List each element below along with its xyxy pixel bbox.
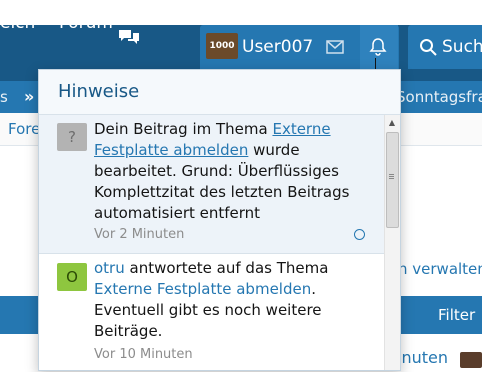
alert-text: Dein Beitrag im Thema Externe Festplatte… bbox=[94, 120, 350, 222]
alerts-popup: Hinweise ? Dein Beitrag im Thema Externe… bbox=[38, 69, 401, 371]
alert-item[interactable]: ? Dein Beitrag im Thema Externe Festplat… bbox=[39, 115, 384, 254]
popup-header: Hinweise bbox=[39, 70, 400, 115]
subnav-link[interactable]: s bbox=[0, 81, 8, 113]
scrollbar-thumb[interactable] bbox=[386, 132, 399, 228]
subnav-more-arrow[interactable]: » bbox=[24, 81, 34, 113]
subnav-link-sunday-question[interactable]: Sonntagsfrag bbox=[396, 81, 482, 113]
avatar: ? bbox=[57, 123, 87, 151]
chat-bubbles-icon bbox=[119, 30, 139, 44]
breadcrumb-link-forums[interactable]: Fore bbox=[8, 113, 40, 145]
thread-time-link[interactable]: inuten bbox=[397, 348, 448, 368]
mark-read-toggle[interactable] bbox=[354, 229, 365, 240]
nav-link-forum[interactable]: Forum bbox=[59, 0, 113, 56]
username[interactable]: User007 bbox=[242, 25, 313, 69]
alert-text: otru antwortete auf das Thema Externe Fe… bbox=[94, 259, 329, 340]
envelope-icon[interactable] bbox=[326, 40, 344, 54]
scroll-up-arrow[interactable]: ▲ bbox=[384, 116, 400, 130]
alert-user-link[interactable]: otru bbox=[94, 259, 125, 277]
nav-link-areas[interactable]: eich bbox=[0, 0, 35, 56]
avatar: O bbox=[57, 263, 87, 291]
search-label[interactable]: Such bbox=[442, 25, 482, 69]
filter-button[interactable]: Filter ▾ bbox=[438, 296, 482, 362]
search-icon bbox=[420, 39, 437, 56]
popup-title[interactable]: Hinweise bbox=[58, 70, 139, 114]
scrollbar-grip bbox=[389, 174, 394, 175]
manage-link[interactable]: n verwalten ▾ bbox=[398, 258, 482, 280]
avatar bbox=[460, 352, 482, 368]
alert-item[interactable]: O otru antwortete auf das Thema Externe … bbox=[39, 254, 384, 370]
bell-icon[interactable] bbox=[369, 37, 387, 57]
alert-thread-link[interactable]: Externe Festplatte abmelden bbox=[94, 280, 311, 298]
avatar: 1000 bbox=[206, 33, 238, 59]
alert-time: Vor 2 Minuten bbox=[94, 227, 185, 242]
alert-time: Vor 10 Minuten bbox=[94, 347, 193, 362]
